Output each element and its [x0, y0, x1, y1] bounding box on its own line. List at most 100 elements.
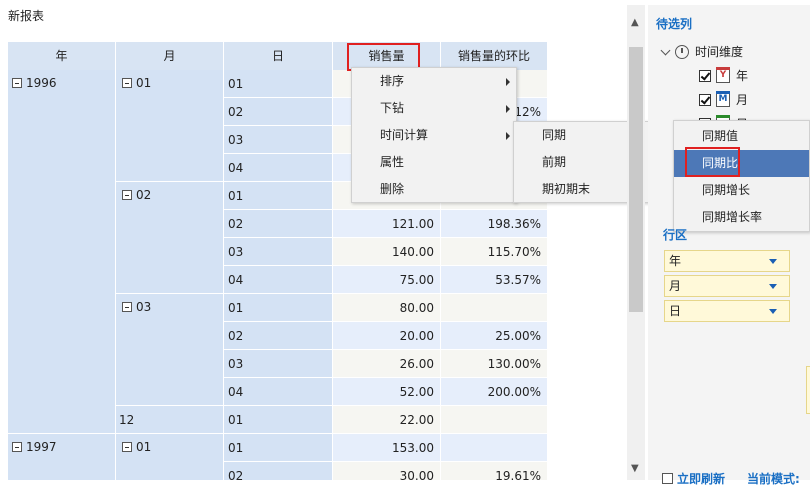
- scroll-thumb[interactable]: [629, 47, 643, 312]
- month-label[interactable]: 03: [122, 300, 151, 314]
- sales-value-cell: 30.00: [333, 462, 441, 480]
- collapse-icon[interactable]: [122, 190, 132, 200]
- menu-item-properties[interactable]: 属性: [352, 149, 516, 176]
- collapse-icon[interactable]: [122, 302, 132, 312]
- row-field-day[interactable]: 日: [664, 300, 790, 322]
- menu-item-label: 同期: [542, 128, 567, 142]
- chevron-down-icon[interactable]: [660, 45, 671, 55]
- day-cell: 01: [224, 70, 333, 98]
- menu-item-label: 属性: [380, 155, 405, 169]
- sales-value-cell: 26.00: [333, 350, 441, 378]
- menu-item-label: 排序: [380, 74, 405, 88]
- sales-ratio-cell: [441, 294, 548, 322]
- month-text: 03: [136, 300, 152, 314]
- row-field-label: 月: [669, 279, 682, 293]
- sales-ratio-cell: 25.00%: [441, 322, 548, 350]
- menu-item-label: 同期值: [702, 129, 739, 143]
- sales-ratio-cell: 115.70%: [441, 238, 548, 266]
- day-cell: 03: [224, 350, 333, 378]
- vertical-scrollbar[interactable]: ▲ ▼: [627, 5, 645, 480]
- sales-ratio-cell: 53.57%: [441, 266, 548, 294]
- day-cell: 01: [224, 294, 333, 322]
- header-month[interactable]: 月: [116, 42, 224, 70]
- menu-item-same-period-value[interactable]: 同期值: [674, 123, 809, 150]
- month-label[interactable]: 01: [122, 76, 151, 90]
- year-label[interactable]: 1997: [12, 440, 57, 454]
- tree-item-year[interactable]: Y 年: [699, 66, 749, 84]
- context-menu: 排序 下钻 时间计算 属性 删除: [351, 67, 517, 203]
- collapse-icon[interactable]: [12, 78, 22, 88]
- sales-ratio-cell: [441, 406, 548, 434]
- sales-ratio-cell: 19.61%: [441, 462, 548, 480]
- menu-item-time-calc[interactable]: 时间计算: [352, 122, 516, 149]
- header-day[interactable]: 日: [224, 42, 333, 70]
- panel-title: 待选列: [656, 17, 693, 31]
- day-cell: 02: [224, 322, 333, 350]
- sales-value-cell: 121.00: [333, 210, 441, 238]
- sales-value-cell: 80.00: [333, 294, 441, 322]
- month-label: 12: [119, 413, 134, 427]
- day-cell: 03: [224, 126, 333, 154]
- day-cell: 04: [224, 378, 333, 406]
- tree-item-label: 月: [736, 93, 749, 107]
- month-text: 01: [136, 440, 152, 454]
- calendar-month-icon: M: [716, 90, 730, 107]
- sales-ratio-cell: 198.36%: [441, 210, 548, 238]
- month-text: 12: [119, 413, 135, 427]
- day-cell: 01: [224, 182, 333, 210]
- menu-item-label: 同期增长: [702, 183, 751, 197]
- tree-node-time-dimension[interactable]: 时间维度: [660, 43, 744, 60]
- year-text: 1997: [26, 440, 57, 454]
- year-text: 1996: [26, 76, 57, 90]
- report-title: 新报表: [8, 9, 45, 23]
- day-cell: 04: [224, 266, 333, 294]
- same-period-ratio-highlight: [685, 147, 740, 177]
- day-cell: 04: [224, 154, 333, 182]
- menu-item-label: 期初期末: [542, 182, 591, 196]
- header-sales-ratio[interactable]: 销售量的环比: [441, 42, 548, 70]
- menu-item-same-period-growth-rate[interactable]: 同期增长率: [674, 204, 809, 231]
- menu-item-label: 删除: [380, 182, 405, 196]
- menu-item-sort[interactable]: 排序: [352, 68, 516, 95]
- scroll-down-icon[interactable]: ▼: [631, 463, 639, 474]
- calendar-year-icon: Y: [716, 66, 730, 83]
- menu-item-delete[interactable]: 删除: [352, 176, 516, 203]
- year-cell: [8, 70, 116, 434]
- year-label[interactable]: 1996: [12, 76, 57, 90]
- header-year[interactable]: 年: [8, 42, 116, 70]
- sales-ratio-cell: 130.00%: [441, 350, 548, 378]
- row-field-month[interactable]: 月: [664, 275, 790, 297]
- menu-item-label: 同期增长率: [702, 210, 763, 224]
- mode-label: 当前模式:: [747, 472, 800, 486]
- sales-value-cell: 20.00: [333, 322, 441, 350]
- dropdown-arrow-icon[interactable]: [769, 309, 777, 314]
- sales-value-cell: 52.00: [333, 378, 441, 406]
- sales-ratio-cell: 200.00%: [441, 378, 548, 406]
- dropdown-arrow-icon[interactable]: [769, 259, 777, 264]
- month-text: 01: [136, 76, 152, 90]
- checkbox-checked-icon[interactable]: [699, 93, 711, 106]
- tree-item-month[interactable]: M 月: [699, 90, 749, 108]
- row-field-label: 年: [669, 254, 682, 268]
- row-field-year[interactable]: 年: [664, 250, 790, 272]
- dropdown-arrow-icon[interactable]: [769, 284, 777, 289]
- measure-area-box: [806, 366, 810, 414]
- sales-value-cell: 140.00: [333, 238, 441, 266]
- menu-item-label: 下钻: [380, 101, 405, 115]
- checkbox-checked-icon[interactable]: [699, 69, 711, 82]
- tree-node-label: 时间维度: [695, 45, 744, 59]
- submenu-arrow-icon: [506, 132, 510, 140]
- tree-item-label: 年: [736, 69, 749, 83]
- collapse-icon[interactable]: [122, 442, 132, 452]
- refresh-checkbox[interactable]: [662, 473, 673, 484]
- scroll-up-icon[interactable]: ▲: [631, 17, 639, 28]
- collapse-icon[interactable]: [122, 78, 132, 88]
- menu-item-label: 前期: [542, 155, 567, 169]
- collapse-icon[interactable]: [12, 442, 22, 452]
- sales-value-cell: 75.00: [333, 266, 441, 294]
- month-label[interactable]: 01: [122, 440, 151, 454]
- month-label[interactable]: 02: [122, 188, 151, 202]
- menu-item-drilldown[interactable]: 下钻: [352, 95, 516, 122]
- day-cell: 01: [224, 406, 333, 434]
- menu-item-same-period-growth[interactable]: 同期增长: [674, 177, 809, 204]
